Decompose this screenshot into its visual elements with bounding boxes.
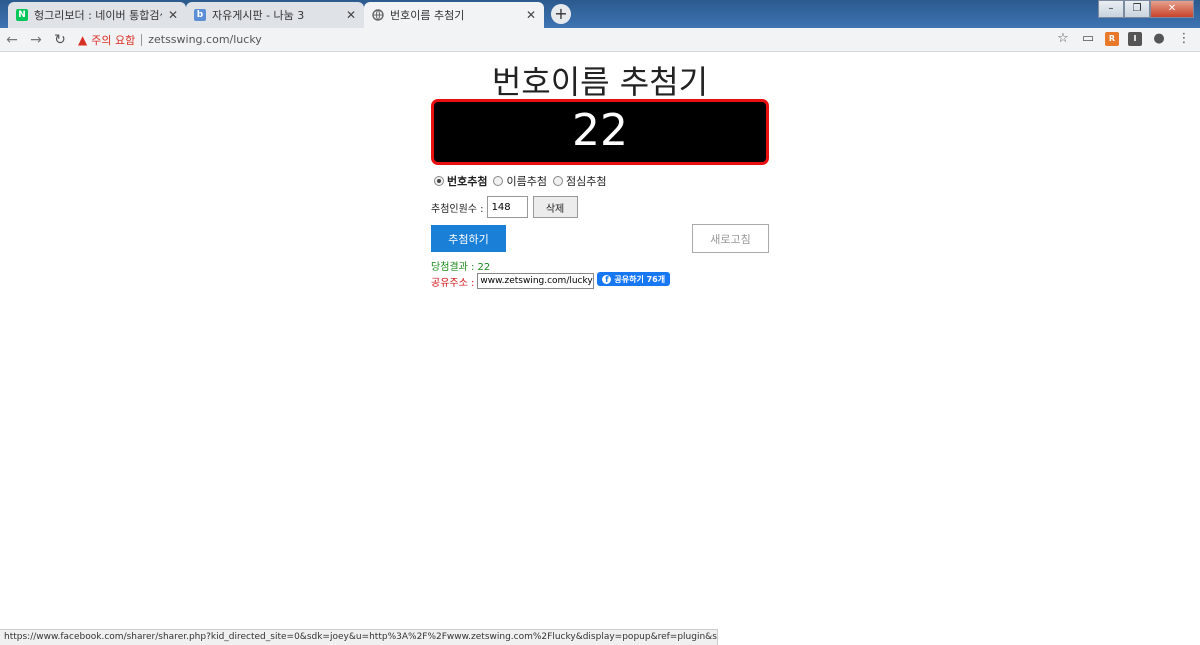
forward-arrow-icon[interactable]: → [24, 32, 48, 48]
extension-icon[interactable]: R [1105, 31, 1119, 46]
tab-free-board[interactable]: b 자유게시판 - 나눔 3 ✕ [186, 2, 364, 28]
count-input[interactable] [486, 196, 528, 218]
warning-icon: ▲ [78, 32, 88, 47]
share-url-input[interactable] [477, 273, 595, 289]
radio-button[interactable] [552, 176, 563, 186]
close-icon[interactable]: ✕ [526, 8, 536, 22]
count-row: 추첨인원수 : 삭제 [431, 196, 578, 218]
window-controls: – ❐ ✕ [1098, 0, 1194, 18]
drawn-number-display: 22 [431, 99, 769, 165]
window-close-button[interactable]: ✕ [1150, 0, 1194, 18]
draw-mode-group: 번호추첨 이름추첨 점심추첨 [434, 173, 612, 189]
minimize-button[interactable]: – [1098, 0, 1124, 18]
share-count-label: 공유하기 76개 [614, 274, 666, 284]
back-arrow-icon[interactable]: ← [0, 32, 24, 48]
address-bar[interactable]: ▲ 주의 요함 zetsswing.com/lucky [78, 30, 262, 50]
mode-name-draw[interactable]: 이름추첨 [493, 173, 547, 189]
browser-toolbar: ← → ↻ ▲ 주의 요함 zetsswing.com/lucky ☆ ▭ R … [0, 28, 1200, 52]
bookmark-star-icon[interactable]: ☆ [1055, 31, 1071, 46]
divider [141, 33, 143, 46]
naver-favicon-icon: N [16, 9, 28, 21]
page-title: 번호이름 추첨기 [491, 63, 709, 101]
mode-label: 번호추첨 [447, 175, 488, 188]
menu-kebab-icon[interactable]: ⋮ [1176, 31, 1192, 46]
refresh-button[interactable]: 새로고침 [692, 224, 769, 253]
reload-icon[interactable]: ↻ [48, 32, 72, 48]
security-warning[interactable]: 주의 요함 [91, 32, 135, 48]
close-icon[interactable]: ✕ [346, 8, 356, 22]
draw-button[interactable]: 추첨하기 [431, 225, 506, 252]
url-text[interactable]: zetsswing.com/lucky [148, 33, 262, 46]
page-content: 번호이름 추첨기 22 번호추첨 이름추첨 점심추첨 추첨인원수 : 삭제 추첨… [0, 53, 1200, 630]
radio-button[interactable] [493, 176, 504, 186]
new-tab-button[interactable]: + [551, 4, 571, 24]
tab-title: 헝그리보더 : 네이버 통합검색 [34, 9, 162, 22]
mode-label: 점심추첨 [565, 175, 607, 188]
globe-icon [372, 9, 384, 21]
tab-naver-search[interactable]: N 헝그리보더 : 네이버 통합검색 ✕ [8, 2, 186, 28]
mode-label: 이름추첨 [506, 175, 547, 188]
share-row: 공유주소 : f 공유하기 76개 [431, 272, 671, 289]
restore-button[interactable]: ❐ [1124, 0, 1150, 18]
share-label: 공유주소 : [431, 277, 475, 289]
status-bar-url: https://www.facebook.com/sharer/sharer.p… [0, 629, 718, 645]
mode-lunch-draw[interactable]: 점심추첨 [552, 173, 607, 189]
close-icon[interactable]: ✕ [168, 8, 178, 22]
facebook-share-button[interactable]: f 공유하기 76개 [597, 272, 671, 286]
extension-icon[interactable]: I [1128, 31, 1142, 46]
profile-avatar-icon[interactable]: ● [1151, 31, 1167, 46]
board-favicon-icon: b [194, 9, 206, 21]
tab-title: 번호이름 추첨기 [390, 9, 465, 22]
tab-strip: N 헝그리보더 : 네이버 통합검색 ✕ b 자유게시판 - 나눔 3 ✕ 번호… [0, 0, 1200, 28]
tab-lucky-draw[interactable]: 번호이름 추첨기 ✕ [364, 2, 544, 28]
draw-result: 당첨결과 : 22 [431, 262, 491, 273]
mode-number-draw[interactable]: 번호추첨 [434, 173, 487, 189]
count-label: 추첨인원수 : [431, 203, 484, 215]
radio-button[interactable] [434, 176, 444, 186]
delete-button[interactable]: 삭제 [532, 196, 578, 218]
tab-title: 자유게시판 - 나눔 3 [212, 9, 305, 22]
cast-icon[interactable]: ▭ [1080, 31, 1096, 46]
facebook-icon: f [602, 274, 612, 284]
